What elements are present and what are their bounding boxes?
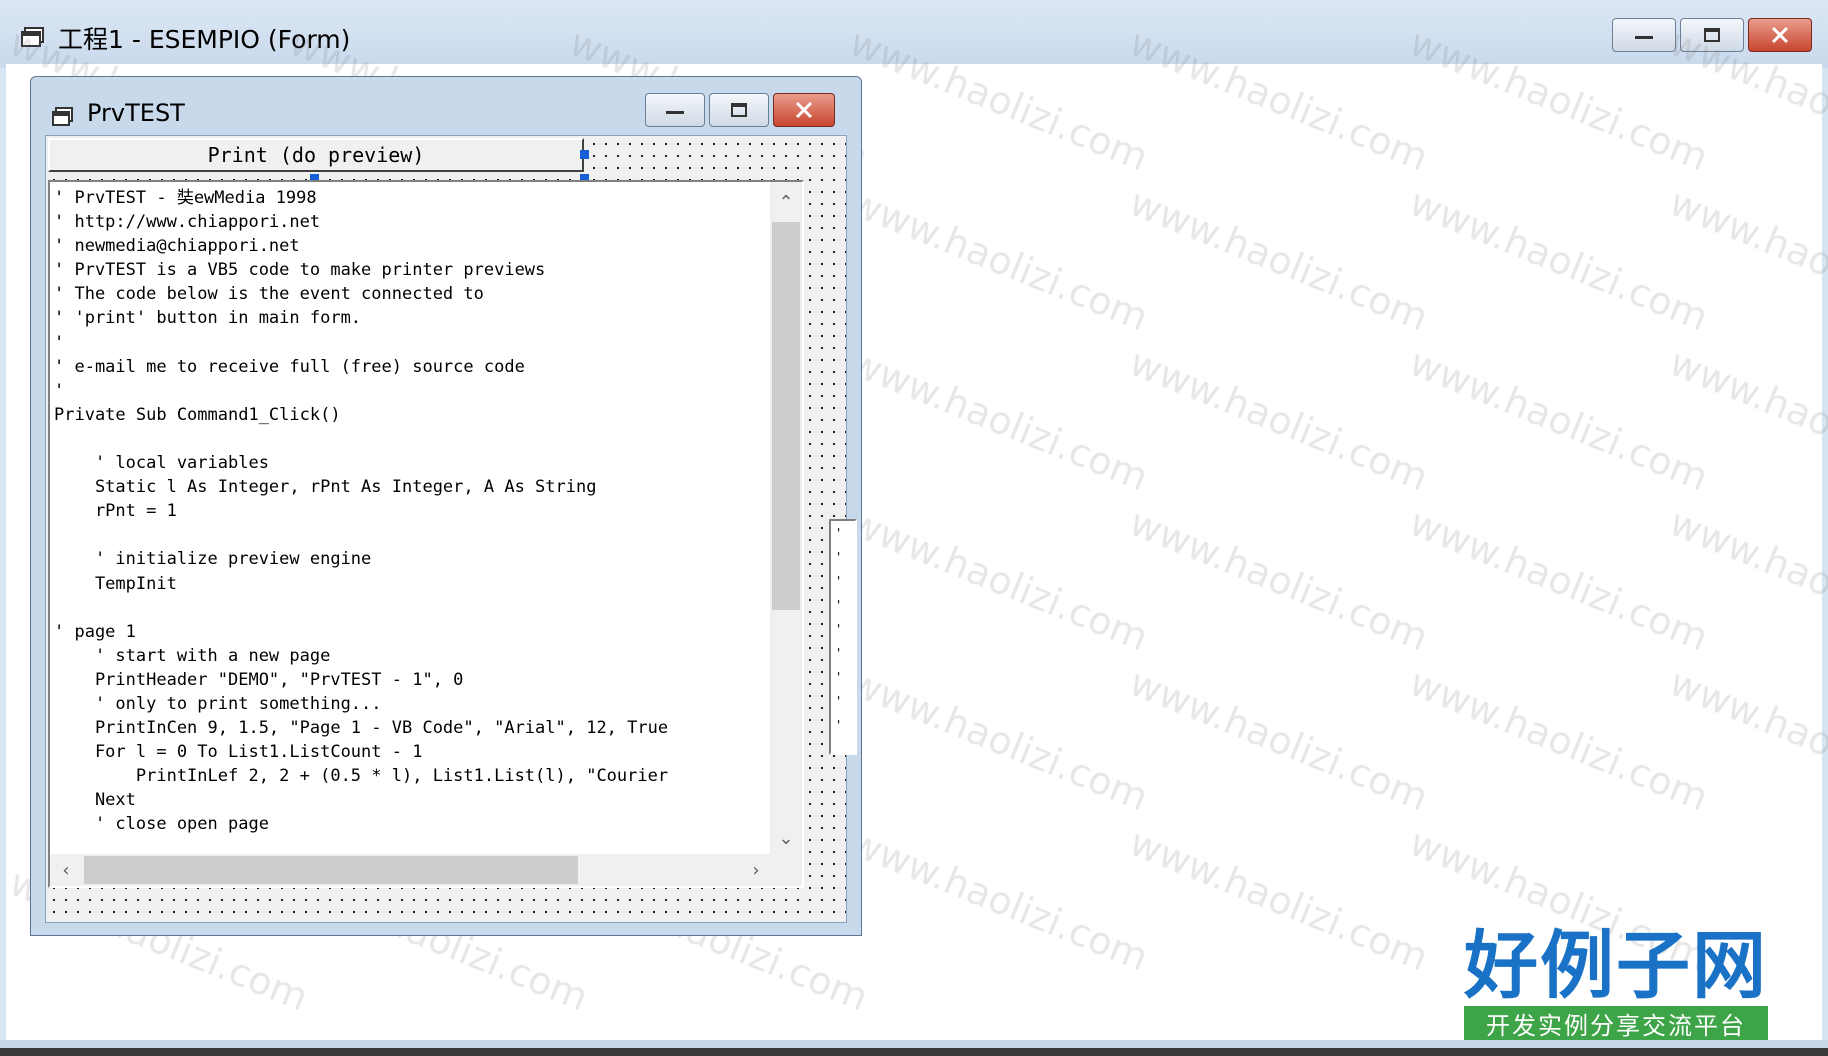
list-item[interactable]: ' (835, 521, 855, 545)
code-line: rPnt = 1 (54, 501, 177, 522)
code-line: ' The code below is the event connected … (54, 284, 484, 305)
code-line: ' close open page (54, 814, 269, 835)
form-maximize-button[interactable] (709, 93, 769, 127)
list-item[interactable]: ' (835, 617, 855, 641)
form-close-button[interactable] (773, 93, 835, 127)
close-button[interactable] (1748, 18, 1812, 52)
code-line: ' page 1 (54, 621, 136, 642)
code-line: ' start with a new page (54, 645, 331, 666)
minimize-icon (666, 111, 684, 114)
form-window-prvtest[interactable]: PrvTEST Print (do preview) ' PrvTEST - 奘… (30, 76, 862, 936)
code-line: ' initialize preview engine (54, 549, 372, 570)
code-line: Static l As Integer, rPnt As Integer, A … (54, 477, 597, 498)
list1-listbox[interactable]: ' ' ' ' ' ' ' ' ' (829, 519, 857, 755)
maximize-icon (731, 103, 747, 117)
code-text-content[interactable]: ' PrvTEST - 奘ewMedia 1998 ' http://www.ch… (54, 186, 766, 856)
list-item[interactable]: ' (835, 665, 855, 689)
chevron-up-icon[interactable]: ⌃ (770, 186, 802, 218)
code-textbox[interactable]: ' PrvTEST - 奘ewMedia 1998 ' http://www.ch… (48, 180, 804, 888)
code-line: ' PrvTEST - 奘ewMedia 1998 (54, 188, 317, 208)
code-line: PrintInLef 2, 2 + (0.5 * l), List1.List(… (54, 766, 669, 787)
minimize-icon (1635, 36, 1653, 39)
code-line: TempInit (54, 573, 177, 594)
window-titlebar[interactable]: 工程1 - ESEMPIO (Form) (0, 0, 1828, 68)
list-item[interactable]: ' (835, 713, 855, 737)
code-line: Next (54, 790, 136, 811)
form-titlebar[interactable]: PrvTEST (31, 77, 861, 135)
horizontal-scroll-thumb[interactable] (84, 856, 578, 884)
vertical-scrollbar[interactable]: ⌃ ⌄ (770, 182, 802, 858)
list-item[interactable]: ' (835, 593, 855, 617)
code-line: ' only to print something... (54, 693, 382, 714)
list-item[interactable]: ' (835, 689, 855, 713)
code-line: ' (54, 380, 65, 401)
list-item[interactable]: ' (835, 545, 855, 569)
close-icon (1771, 26, 1789, 44)
code-line: ' PrvTEST is a VB5 code to make printer … (54, 260, 546, 281)
taskbar-edge (0, 1048, 1828, 1056)
print-preview-button[interactable]: Print (do preview) (48, 138, 584, 172)
logo-subtitle: 开发实例分享交流平台 (1464, 1006, 1768, 1040)
chevron-down-icon[interactable]: ⌄ (770, 822, 802, 854)
resize-handle[interactable] (580, 150, 589, 159)
chevron-right-icon[interactable]: › (740, 854, 772, 886)
listbox-items: ' ' ' ' ' ' ' ' ' (831, 521, 855, 737)
list-item[interactable]: ' (835, 569, 855, 593)
form-title: PrvTEST (87, 99, 185, 127)
code-line: ' (54, 332, 65, 353)
form-window-icon (21, 27, 44, 47)
chevron-left-icon[interactable]: ‹ (50, 854, 82, 886)
site-logo: 好例子网 开发实例分享交流平台 (1464, 926, 1774, 1046)
restore-button[interactable] (1680, 18, 1744, 52)
code-line: Private Sub Command1_Click() (54, 404, 341, 425)
code-line: ' 'print' button in main form. (54, 308, 362, 329)
list-item[interactable]: ' (835, 641, 855, 665)
code-line: ' http://www.chiappori.net (54, 212, 321, 233)
maximize-icon (1704, 28, 1720, 42)
horizontal-scrollbar[interactable]: ‹ › (50, 854, 772, 886)
logo-title: 好例子网 (1464, 923, 1768, 1009)
code-line: ' e-mail me to receive full (free) sourc… (54, 356, 525, 377)
code-line: PrintHeader "DEMO", "PrvTEST - 1", 0 (54, 669, 464, 690)
vertical-scroll-thumb[interactable] (772, 222, 800, 610)
form-design-surface[interactable]: Print (do preview) ' PrvTEST - 奘ewMedia … (45, 135, 847, 923)
form-minimize-button[interactable] (645, 93, 705, 127)
code-line: ' newmedia@chiappori.net (54, 236, 300, 257)
code-line: ' local variables (54, 453, 269, 474)
window-title: 工程1 - ESEMPIO (Form) (58, 25, 351, 54)
scrollbar-corner (770, 854, 802, 886)
close-icon (795, 101, 813, 119)
code-line: PrintInCen 9, 1.5, "Page 1 - VB Code", "… (54, 718, 669, 739)
form-window-icon (52, 107, 73, 126)
code-line: For l = 0 To List1.ListCount - 1 (54, 742, 423, 763)
minimize-button[interactable] (1612, 18, 1676, 52)
